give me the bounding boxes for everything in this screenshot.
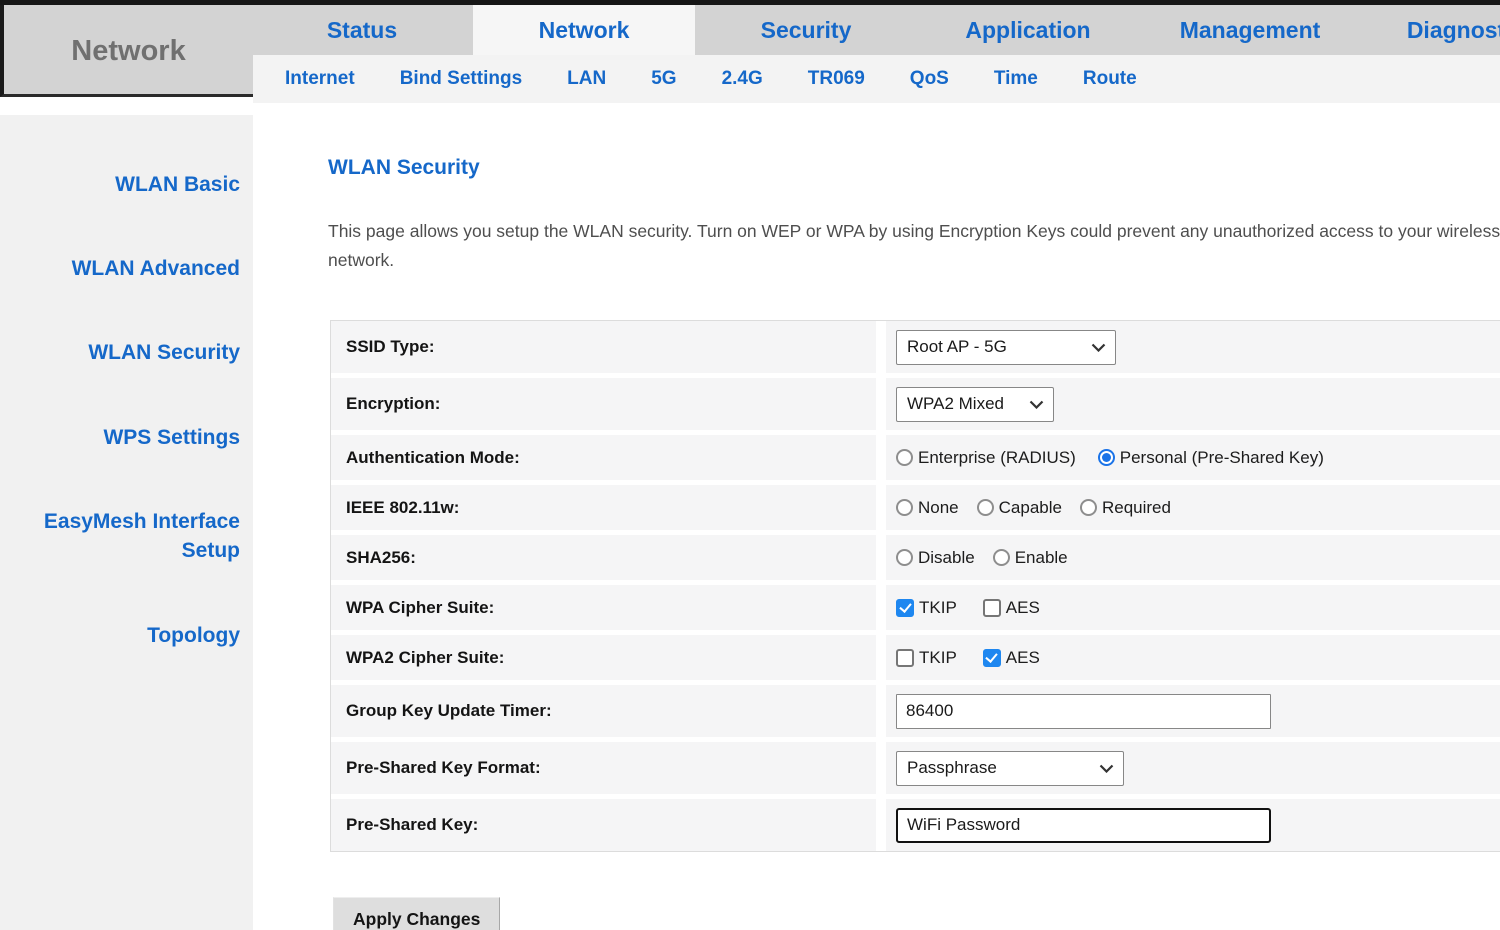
page-description-line1: This page allows you setup the WLAN secu… <box>328 217 1500 246</box>
row-group-key-update-timer: Group Key Update Timer: <box>331 685 1500 737</box>
chevron-down-icon <box>1029 400 1044 409</box>
logo-block: Network <box>0 0 253 97</box>
subtab-lan[interactable]: LAN <box>567 68 606 90</box>
radio-icon[interactable] <box>896 549 913 566</box>
radio-icon[interactable] <box>896 499 913 516</box>
checkbox-icon[interactable] <box>983 599 1001 617</box>
encryption-selected-value: WPA2 Mixed <box>907 394 1004 414</box>
chevron-down-icon <box>1091 343 1106 352</box>
pre-shared-key-format-select[interactable]: Passphrase <box>896 751 1124 786</box>
radio-icon[interactable] <box>977 499 994 516</box>
radio-option-disable[interactable]: Disable <box>896 548 975 568</box>
subtab-internet[interactable]: Internet <box>285 68 355 90</box>
pre-shared-key-input[interactable] <box>896 808 1271 843</box>
radio-option-capable[interactable]: Capable <box>977 498 1062 518</box>
radio-option-required[interactable]: Required <box>1080 498 1171 518</box>
wpa-cipher-suite-label: WPA Cipher Suite: <box>331 585 876 630</box>
page-description-line2: network. <box>328 246 1500 275</box>
radio-label: Capable <box>999 498 1062 518</box>
radio-label: Enterprise (RADIUS) <box>918 448 1076 468</box>
sidebar-item-wps-settings[interactable]: WPS Settings <box>5 423 253 452</box>
router-admin-screen: Status Network Security Application Mana… <box>0 0 1500 930</box>
checkbox-icon[interactable] <box>896 599 914 617</box>
radio-option-enable[interactable]: Enable <box>993 548 1068 568</box>
wpa2-cipher-suite-label: WPA2 Cipher Suite: <box>331 635 876 680</box>
tab-network[interactable]: Network <box>473 5 695 55</box>
ssid-type-label: SSID Type: <box>331 321 876 373</box>
checkbox-option-wpa-tkip[interactable]: TKIP <box>896 598 957 618</box>
pre-shared-key-label: Pre-Shared Key: <box>331 799 876 851</box>
page-title: WLAN Security <box>328 156 480 180</box>
tab-diagnostics[interactable]: Diagnostics <box>1361 5 1500 55</box>
radio-label: Disable <box>918 548 975 568</box>
ieee-80211w-label: IEEE 802.11w: <box>331 485 876 530</box>
page-description: This page allows you setup the WLAN secu… <box>328 217 1500 275</box>
subtab-5g[interactable]: 5G <box>651 68 676 90</box>
group-key-update-timer-input[interactable] <box>896 694 1271 729</box>
radio-icon[interactable] <box>896 449 913 466</box>
subtab-2-4g[interactable]: 2.4G <box>722 68 763 90</box>
tab-management[interactable]: Management <box>1139 5 1361 55</box>
checkbox-option-wpa2-tkip[interactable]: TKIP <box>896 648 957 668</box>
tab-status[interactable]: Status <box>251 5 473 55</box>
sidebar: WLAN Basic WLAN Advanced WLAN Security W… <box>0 115 253 930</box>
row-pre-shared-key: Pre-Shared Key: <box>331 799 1500 851</box>
radio-option-personal-pre-shared-key[interactable]: Personal (Pre-Shared Key) <box>1098 448 1324 468</box>
row-ssid-type: SSID Type: Root AP - 5G <box>331 321 1500 373</box>
radio-label: Enable <box>1015 548 1068 568</box>
checkbox-icon[interactable] <box>983 649 1001 667</box>
checkbox-label: AES <box>1006 648 1040 668</box>
chevron-down-icon <box>1099 764 1114 773</box>
ssid-type-select[interactable]: Root AP - 5G <box>896 330 1116 365</box>
checkbox-label: TKIP <box>919 598 957 618</box>
logo-text: Network <box>71 27 185 68</box>
radio-label: Personal (Pre-Shared Key) <box>1120 448 1324 468</box>
sidebar-item-topology[interactable]: Topology <box>5 621 253 650</box>
radio-label: Required <box>1102 498 1171 518</box>
pre-shared-key-format-label: Pre-Shared Key Format: <box>331 742 876 794</box>
sidebar-item-easymesh-interface-setup[interactable]: EasyMesh Interface Setup <box>5 507 253 565</box>
pre-shared-key-format-selected-value: Passphrase <box>907 758 997 778</box>
encryption-label: Encryption: <box>331 378 876 430</box>
checkbox-icon[interactable] <box>896 649 914 667</box>
sub-nav: Internet Bind Settings LAN 5G 2.4G TR069… <box>253 55 1500 103</box>
wlan-security-form: SSID Type: Root AP - 5G Encryption: WPA2… <box>330 320 1500 852</box>
radio-icon[interactable] <box>993 549 1010 566</box>
row-sha256: SHA256: Disable Enable <box>331 535 1500 580</box>
authentication-mode-label: Authentication Mode: <box>331 435 876 480</box>
checkbox-option-wpa-aes[interactable]: AES <box>983 598 1040 618</box>
radio-icon[interactable] <box>1098 449 1115 466</box>
row-pre-shared-key-format: Pre-Shared Key Format: Passphrase <box>331 742 1500 794</box>
sha256-label: SHA256: <box>331 535 876 580</box>
checkbox-option-wpa2-aes[interactable]: AES <box>983 648 1040 668</box>
radio-label: None <box>918 498 959 518</box>
checkbox-label: TKIP <box>919 648 957 668</box>
encryption-select[interactable]: WPA2 Mixed <box>896 387 1054 422</box>
tab-application[interactable]: Application <box>917 5 1139 55</box>
top-border-strip <box>0 0 1500 5</box>
row-authentication-mode: Authentication Mode: Enterprise (RADIUS)… <box>331 435 1500 480</box>
subtab-qos[interactable]: QoS <box>910 68 949 90</box>
row-wpa-cipher-suite: WPA Cipher Suite: TKIP AES <box>331 585 1500 630</box>
subtab-bind-settings[interactable]: Bind Settings <box>400 68 522 90</box>
subtab-time[interactable]: Time <box>994 68 1038 90</box>
sidebar-item-wlan-security[interactable]: WLAN Security <box>5 338 253 367</box>
sidebar-item-wlan-basic[interactable]: WLAN Basic <box>5 170 253 199</box>
row-wpa2-cipher-suite: WPA2 Cipher Suite: TKIP AES <box>331 635 1500 680</box>
row-encryption: Encryption: WPA2 Mixed <box>331 378 1500 430</box>
radio-option-enterprise-radius[interactable]: Enterprise (RADIUS) <box>896 448 1076 468</box>
group-key-update-timer-label: Group Key Update Timer: <box>331 685 876 737</box>
subtab-route[interactable]: Route <box>1083 68 1137 90</box>
checkbox-label: AES <box>1006 598 1040 618</box>
row-ieee-80211w: IEEE 802.11w: None Capable Required <box>331 485 1500 530</box>
apply-changes-button[interactable]: Apply Changes <box>333 897 500 930</box>
sidebar-item-wlan-advanced[interactable]: WLAN Advanced <box>5 254 253 283</box>
radio-option-none[interactable]: None <box>896 498 959 518</box>
tab-security[interactable]: Security <box>695 5 917 55</box>
ssid-type-selected-value: Root AP - 5G <box>907 337 1007 357</box>
radio-icon[interactable] <box>1080 499 1097 516</box>
subtab-tr069[interactable]: TR069 <box>808 68 865 90</box>
